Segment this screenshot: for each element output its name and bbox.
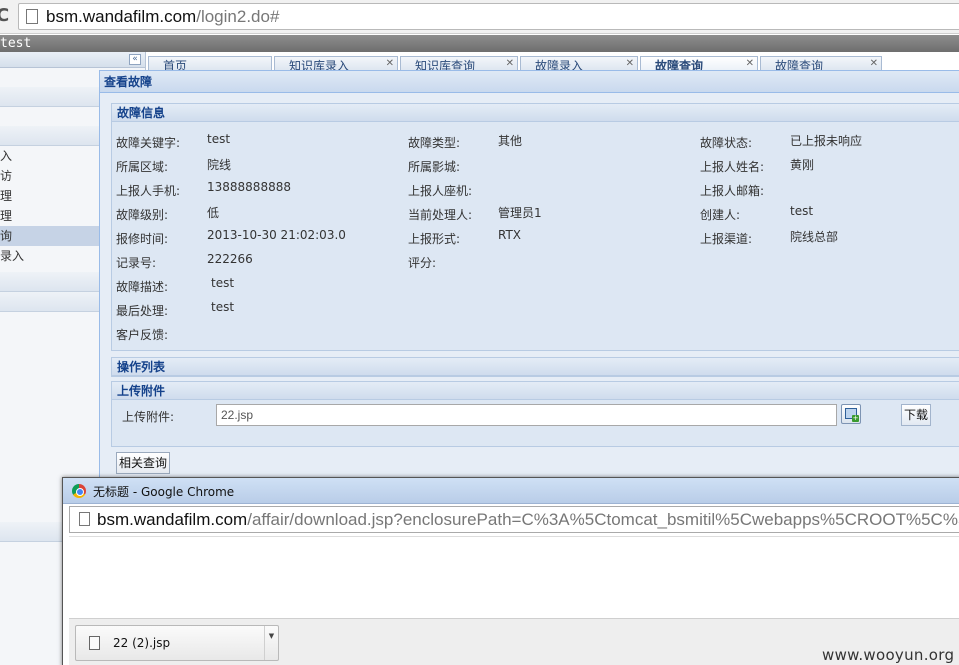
section-title: 上传附件 <box>112 382 959 400</box>
watermark: www.wooyun.org <box>822 646 955 664</box>
fault-info-section: 故障信息 故障关键字: test 所属区域: 院线 上报人手机: 1388888… <box>111 103 959 351</box>
field-value: 13888888888 <box>207 180 291 194</box>
popup-address-bar[interactable]: bsm.wandafilm.com/affair/download.jsp?en… <box>69 506 959 533</box>
field-label: 故障关键字: <box>116 136 181 150</box>
sidebar-header: « <box>0 52 145 68</box>
browser-toolbar: C bsm.wandafilm.com/login2.do# <box>0 0 959 34</box>
upload-label: 上传附件: <box>122 410 175 424</box>
field-label: 最后处理: <box>116 304 169 318</box>
field-value: 黄刚 <box>790 158 815 172</box>
field-value: 低 <box>207 206 220 220</box>
popup-url: bsm.wandafilm.com/affair/download.jsp?en… <box>97 510 959 529</box>
field-value: 已上报未响应 <box>790 134 863 148</box>
reload-icon[interactable]: C <box>0 5 9 26</box>
panel-title: 查看故障 <box>100 71 959 93</box>
popup-title-bar[interactable]: 无标题 - Google Chrome <box>63 478 959 504</box>
field-value: 管理员1 <box>498 206 542 220</box>
fault-info-body: 故障关键字: test 所属区域: 院线 上报人手机: 13888888888 … <box>112 122 959 350</box>
field-label: 上报人座机: <box>408 184 473 198</box>
chrome-icon <box>72 484 86 498</box>
field-label: 上报人姓名: <box>700 160 765 174</box>
field-value: 2013-10-30 21:02:03.0 <box>207 228 346 242</box>
field-value: 院线总部 <box>790 230 839 244</box>
collapse-icon[interactable]: « <box>129 54 141 65</box>
field-label: 上报人手机: <box>116 184 181 198</box>
field-value: test <box>211 276 235 290</box>
field-value: 222266 <box>207 252 253 266</box>
field-label: 故障级别: <box>116 208 169 222</box>
field-label: 评分: <box>408 256 437 270</box>
field-value: test <box>211 300 235 314</box>
close-icon[interactable]: ✕ <box>746 57 754 71</box>
popup-content <box>69 536 959 618</box>
page-icon <box>26 9 38 24</box>
address-url: bsm.wandafilm.com/login2.do# <box>46 7 280 26</box>
popup-window: 无标题 - Google Chrome bsm.wandafilm.com/af… <box>62 477 959 665</box>
field-value: test <box>207 132 231 146</box>
file-icon <box>89 636 100 650</box>
download-button[interactable]: 下载 <box>901 404 931 426</box>
field-label: 上报人邮箱: <box>700 184 765 198</box>
field-label: 故障类型: <box>408 136 461 150</box>
field-value: test <box>790 204 814 218</box>
upload-section: 上传附件 上传附件: 22.jsp + 下载 <box>111 381 959 447</box>
field-label: 创建人: <box>700 208 741 222</box>
related-query-button[interactable]: 相关查询 <box>116 452 170 474</box>
field-label: 上报渠道: <box>700 232 753 246</box>
field-value: 其他 <box>498 134 523 148</box>
section-title: 故障信息 <box>112 104 959 122</box>
field-label: 故障状态: <box>700 136 753 150</box>
popup-title: 无标题 - Google Chrome <box>93 485 235 499</box>
attachment-field[interactable]: 22.jsp <box>216 404 837 426</box>
close-icon[interactable]: ✕ <box>506 57 514 71</box>
download-item[interactable]: 22 (2).jsp ▼ <box>75 625 279 661</box>
close-icon[interactable]: ✕ <box>870 57 878 71</box>
field-label: 报修时间: <box>116 232 169 246</box>
download-filename: 22 (2).jsp <box>113 636 171 650</box>
close-icon[interactable]: ✕ <box>386 57 394 71</box>
plus-icon: + <box>852 414 859 422</box>
field-label: 所属区域: <box>116 160 169 174</box>
address-bar[interactable]: bsm.wandafilm.com/login2.do# <box>18 3 959 30</box>
view-fault-panel: 查看故障 故障信息 故障关键字: test 所属区域: 院线 上报人手机: 13… <box>99 70 959 490</box>
field-label: 客户反馈: <box>116 328 169 342</box>
operations-section[interactable]: 操作列表 <box>111 357 959 377</box>
app-title-bar: test <box>0 35 959 52</box>
field-label: 故障描述: <box>116 280 169 294</box>
field-label: 当前处理人: <box>408 208 473 222</box>
section-title: 操作列表 <box>112 358 959 376</box>
add-file-button[interactable]: + <box>841 404 861 424</box>
chevron-down-icon[interactable]: ▼ <box>264 626 278 660</box>
field-label: 所属影城: <box>408 160 461 174</box>
field-value: RTX <box>498 228 522 242</box>
page-icon <box>79 512 90 526</box>
field-value: 院线 <box>207 158 232 172</box>
field-label: 记录号: <box>116 256 157 270</box>
close-icon[interactable]: ✕ <box>626 57 634 71</box>
field-label: 上报形式: <box>408 232 461 246</box>
